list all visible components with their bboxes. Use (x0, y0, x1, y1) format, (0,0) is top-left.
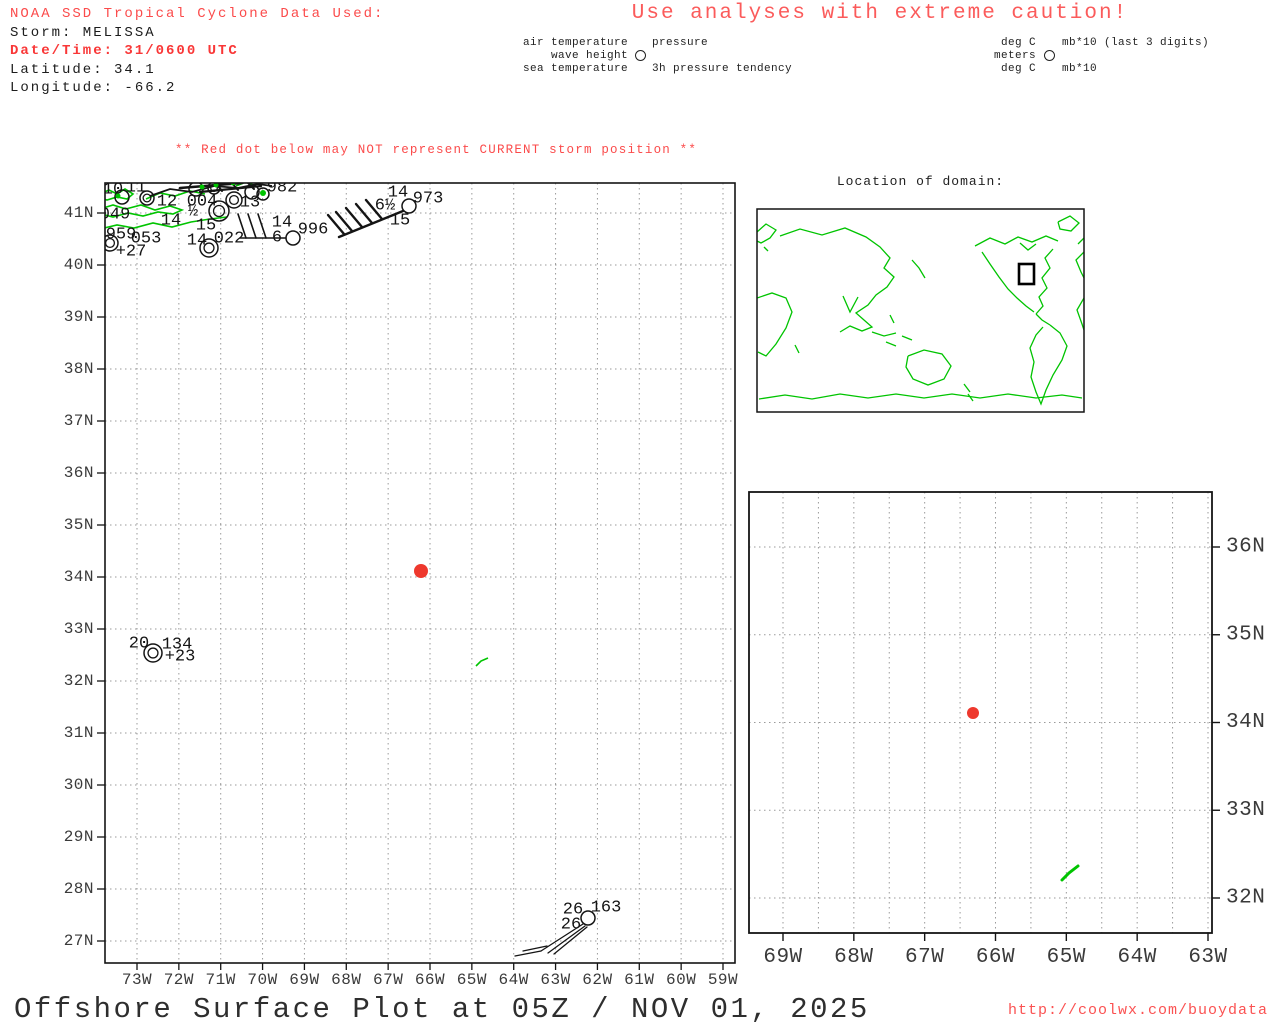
main-map-y-label: 41N (64, 204, 94, 222)
surface-plot-canvas: 73W 72W 71W 70W 69W 68W 67W 66W 65W 64W 63W 62W 61W 6… (64, 179, 1265, 989)
wind-barb (247, 213, 257, 239)
zoom-storm-position-dot (967, 707, 979, 719)
zoom-map-x-label: 68W (834, 946, 873, 969)
domain-location-box (1017, 262, 1036, 286)
wind-barb (354, 202, 374, 225)
green-station-dot (199, 184, 205, 190)
main-map-x-label: 62W (582, 971, 612, 989)
zoom-map-x-label: 66W (976, 946, 1015, 969)
main-map-y-label: 40N (64, 256, 94, 274)
wind-barb (522, 945, 548, 952)
main-map-x-label: 60W (666, 971, 696, 989)
zoom-map-x-label: 63W (1188, 946, 1227, 969)
station-value: +27 (116, 243, 147, 262)
storm-position-dot (414, 564, 428, 578)
station-value: 163 (591, 899, 622, 918)
green-station-dot (260, 190, 266, 196)
main-map-y-label: 29N (64, 828, 94, 846)
main-map-y-label: 32N (64, 672, 94, 690)
zoom-map-y-label: 34N (1226, 711, 1265, 734)
station-inner-circle (147, 647, 159, 659)
station-value: 15 (390, 212, 410, 231)
main-map-y-label: 36N (64, 464, 94, 482)
main-map-y-label: 39N (64, 308, 94, 326)
main-map-y-label: 28N (64, 880, 94, 898)
main-map-x-label: 65W (457, 971, 487, 989)
station-value: 20 (129, 635, 149, 654)
zoom-map-y-label: 33N (1226, 799, 1265, 822)
station-value: 11 (126, 179, 146, 198)
wind-barb (514, 950, 542, 957)
main-map-y-label: 31N (64, 724, 94, 742)
main-map-x-label: 61W (624, 971, 654, 989)
station-value: +23 (165, 648, 196, 667)
zoom-map-y-label: 32N (1226, 887, 1265, 910)
main-map-x-label: 73W (122, 971, 152, 989)
main-map-x-label: 70W (247, 971, 277, 989)
main-map-x-label: 67W (373, 971, 403, 989)
main-map-x-label: 66W (415, 971, 445, 989)
main-map-y-label: 33N (64, 620, 94, 638)
main-map-y-label: 34N (64, 568, 94, 586)
station-value: 973 (413, 190, 444, 209)
offshore-surface-plot-page: NOAA SSD Tropical Cyclone Data Used: Sto… (0, 0, 1280, 1024)
station-plots: 10 11 98212 004 13½151414 022146 996146½ 973150… (105, 179, 622, 957)
main-map-y-label: 38N (64, 360, 94, 378)
main-map-x-label: 63W (540, 971, 570, 989)
main-map-x-label: 68W (331, 971, 361, 989)
main-map-x-label: 69W (289, 971, 319, 989)
station-value: 13 (240, 194, 260, 213)
main-map-x-label: 72W (164, 971, 194, 989)
zoom-map-y-label: 36N (1226, 536, 1265, 559)
station-value: 14 (187, 232, 207, 251)
main-map-y-label: 35N (64, 516, 94, 534)
wind-barb (344, 206, 364, 229)
main-map-y-label: 27N (64, 932, 94, 950)
station-value: 14 (161, 212, 181, 231)
zoom-map-y-label: 35N (1226, 623, 1265, 646)
zoom-map-x-label: 67W (905, 946, 944, 969)
source-url: http://coolwx.com/buoydata (1008, 1002, 1269, 1019)
station-value: 996 (298, 221, 329, 240)
main-map-y-label: 37N (64, 412, 94, 430)
plot-title: Offshore Surface Plot at 05Z / NOV 01, 2… (14, 993, 870, 1024)
world-map-coastline (757, 215, 1084, 406)
main-map-x-label: 71W (206, 971, 236, 989)
wind-barb (257, 213, 267, 239)
main-map-x-label: 64W (499, 971, 529, 989)
station-value: 12 (157, 193, 177, 212)
zoom-map-bermuda-coast (1060, 864, 1080, 882)
zoom-map-x-label: 65W (1047, 946, 1086, 969)
station-value: 6 (272, 229, 282, 248)
station-value: 982 (267, 179, 298, 198)
station-inner-circle (228, 194, 240, 206)
zoom-map-gridlines (749, 492, 1212, 933)
station-value: 022 (214, 230, 245, 249)
main-map-x-label: 59W (708, 971, 738, 989)
zoom-map-x-label: 69W (763, 946, 802, 969)
main-map-y-label: 30N (64, 776, 94, 794)
station-value: 26 (561, 916, 581, 935)
zoom-map-x-label: 64W (1118, 946, 1157, 969)
